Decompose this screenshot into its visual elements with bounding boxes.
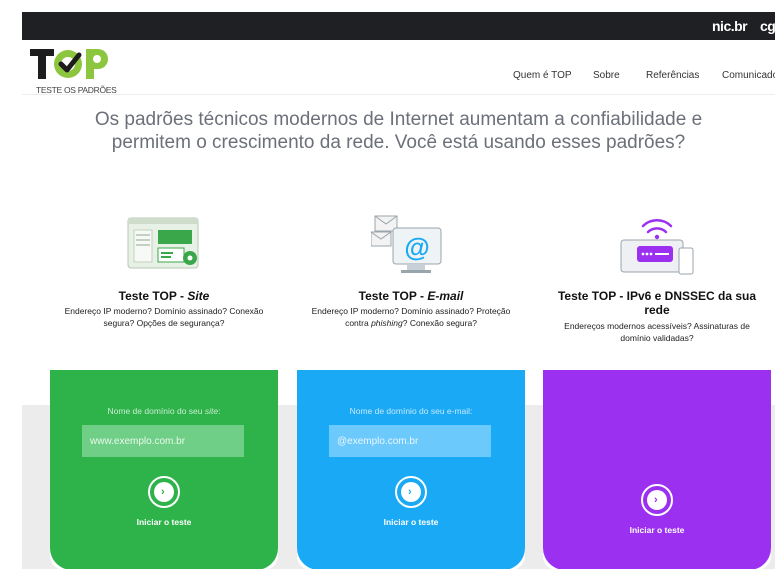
email-title-emphasis: E-mail [427, 289, 464, 303]
site-start-label[interactable]: Iniciar o teste [50, 517, 278, 527]
network-card-top: Teste TOP - IPv6 e DNSSEC da sua rede En… [543, 200, 771, 370]
site-start-button-disc: › [154, 482, 174, 502]
network-start-button[interactable]: › [641, 484, 673, 516]
chevron-right-icon: › [161, 486, 165, 498]
email-field-label: Nome de domínio do seu e-mail: [349, 406, 473, 416]
site-card-title: Teste TOP - Site [118, 289, 210, 303]
router-wifi-icon [620, 219, 694, 275]
network-card-form: › Iniciar o teste [543, 370, 771, 569]
cgi-link[interactable]: cgi. [760, 18, 775, 34]
network-card-description: Endereços modernos acessíveis? Assinatur… [564, 321, 750, 343]
website-icon [127, 217, 199, 269]
site-header: TESTE OS PADRÕES Quem é TOP Sobre Referê… [22, 40, 775, 95]
site-domain-input[interactable] [82, 425, 244, 457]
hero-heading: Os padrões técnicos modernos de Internet… [22, 108, 775, 154]
logo-subtitle: TESTE OS PADRÕES [36, 85, 117, 95]
site-start-button[interactable]: › [148, 476, 180, 508]
nav-referencias[interactable]: Referências [646, 70, 699, 81]
email-start-button-disc: › [401, 482, 421, 502]
email-card-title: Teste TOP - E-mail [358, 289, 464, 303]
email-card-top: @ Teste TOP - E-mail Endereço IP moderno… [297, 200, 525, 370]
network-start-label[interactable]: Iniciar o teste [543, 525, 771, 535]
nic-br-link[interactable]: nic.br [712, 18, 748, 34]
network-card-title: Teste TOP - IPv6 e DNSSEC da sua rede [557, 289, 757, 317]
top-bar: nic.br cgi. [22, 12, 775, 40]
site-test-card: Teste TOP - Site Endereço IP moderno? Do… [50, 200, 278, 569]
site-card-top: Teste TOP - Site Endereço IP moderno? Do… [50, 200, 278, 370]
email-domain-input[interactable] [329, 425, 491, 457]
site-card-description: Endereço IP moderno? Domínio assinado? C… [64, 306, 264, 328]
chevron-right-icon: › [408, 486, 412, 498]
email-start-button[interactable]: › [395, 476, 427, 508]
network-start-button-disc: › [647, 490, 667, 510]
nav-comunicado[interactable]: Comunicado [722, 70, 775, 81]
chevron-right-icon: › [654, 494, 658, 506]
svg-text:@: @ [404, 232, 429, 262]
top-logo[interactable]: TESTE OS PADRÕES [30, 45, 140, 95]
nav-quem-e-top[interactable]: Quem é TOP [513, 70, 572, 81]
site-title-emphasis: Site [187, 289, 210, 303]
nav-sobre[interactable]: Sobre [593, 70, 620, 81]
email-card-description: Endereço IP moderno? Domínio assinado? P… [311, 306, 511, 328]
email-test-card: @ Teste TOP - E-mail Endereço IP moderno… [297, 200, 525, 569]
site-field-label: Nome de domínio do seu site: [107, 406, 221, 416]
hero-line-1: Os padrões técnicos modernos de Internet… [94, 109, 703, 130]
email-card-form: Nome de domínio do seu e-mail: › Iniciar… [297, 370, 525, 569]
site-card-form: Nome de domínio do seu site: › Iniciar o… [50, 370, 278, 569]
email-start-label[interactable]: Iniciar o teste [297, 517, 525, 527]
network-test-card: Teste TOP - IPv6 e DNSSEC da sua rede En… [543, 200, 771, 569]
top-logo-mark [30, 49, 108, 79]
email-icon: @ [371, 215, 442, 273]
hero-line-2: permitem o crescimento da rede. Você est… [111, 132, 686, 153]
